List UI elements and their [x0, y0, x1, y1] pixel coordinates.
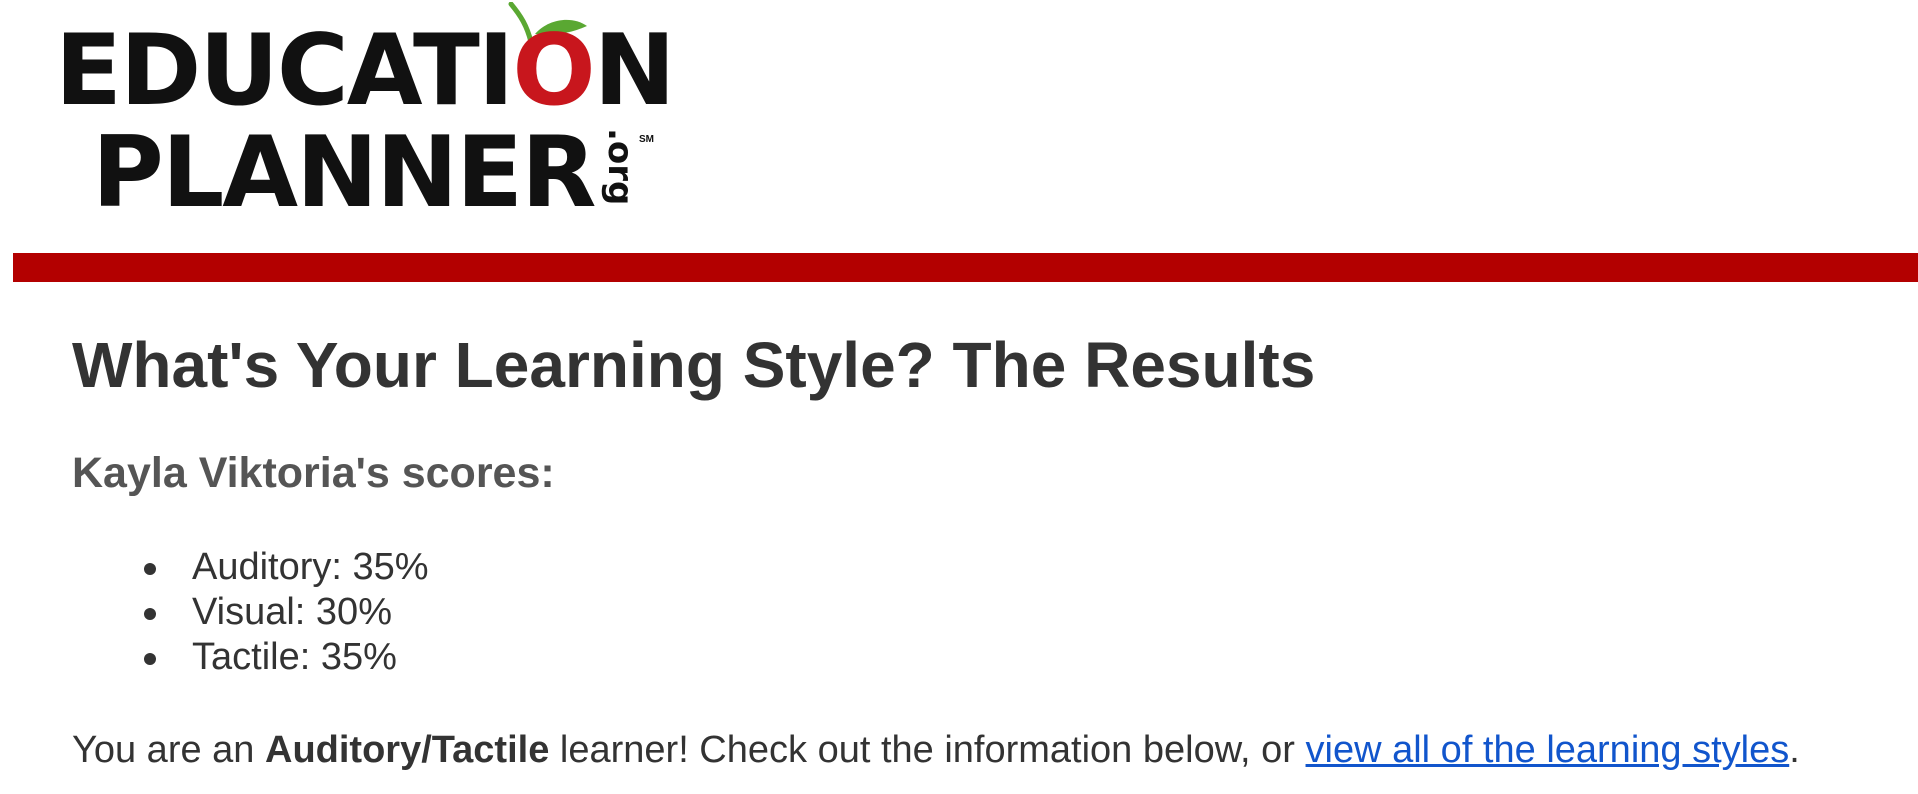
red-header-divider [13, 253, 1918, 282]
apple-o-icon: O [512, 14, 595, 128]
logo-service-mark: SM [639, 134, 654, 145]
view-all-learning-styles-link[interactable]: view all of the learning styles [1306, 729, 1790, 771]
scores-list: Auditory: 35% Visual: 30% Tactile: 35% [72, 545, 429, 680]
score-item-auditory: Auditory: 35% [72, 545, 429, 590]
logo-planner-text: PLANNER [92, 116, 597, 230]
logo-org-suffix: .org [600, 128, 640, 206]
score-text: Auditory: 35% [192, 546, 429, 588]
learner-type: Auditory/Tactile [265, 729, 550, 771]
summary-prefix: You are an [72, 729, 265, 771]
summary-middle: learner! Check out the information below… [549, 729, 1306, 771]
score-item-tactile: Tactile: 35% [72, 635, 429, 680]
logo-education-text: EDUCATION [55, 14, 676, 128]
education-planner-logo[interactable]: EDUCATION PLANNER .org SM [55, 0, 676, 230]
scores-heading: Kayla Viktoria's scores: [72, 449, 555, 497]
bullet-icon [144, 653, 156, 665]
bullet-icon [144, 608, 156, 620]
summary-suffix: . [1789, 729, 1800, 771]
page-title: What's Your Learning Style? The Results [72, 329, 1316, 401]
score-item-visual: Visual: 30% [72, 590, 429, 635]
score-text: Visual: 30% [192, 591, 392, 633]
score-text: Tactile: 35% [192, 636, 397, 678]
bullet-icon [144, 563, 156, 575]
learning-style-summary: You are an Auditory/Tactile learner! Che… [72, 728, 1800, 774]
